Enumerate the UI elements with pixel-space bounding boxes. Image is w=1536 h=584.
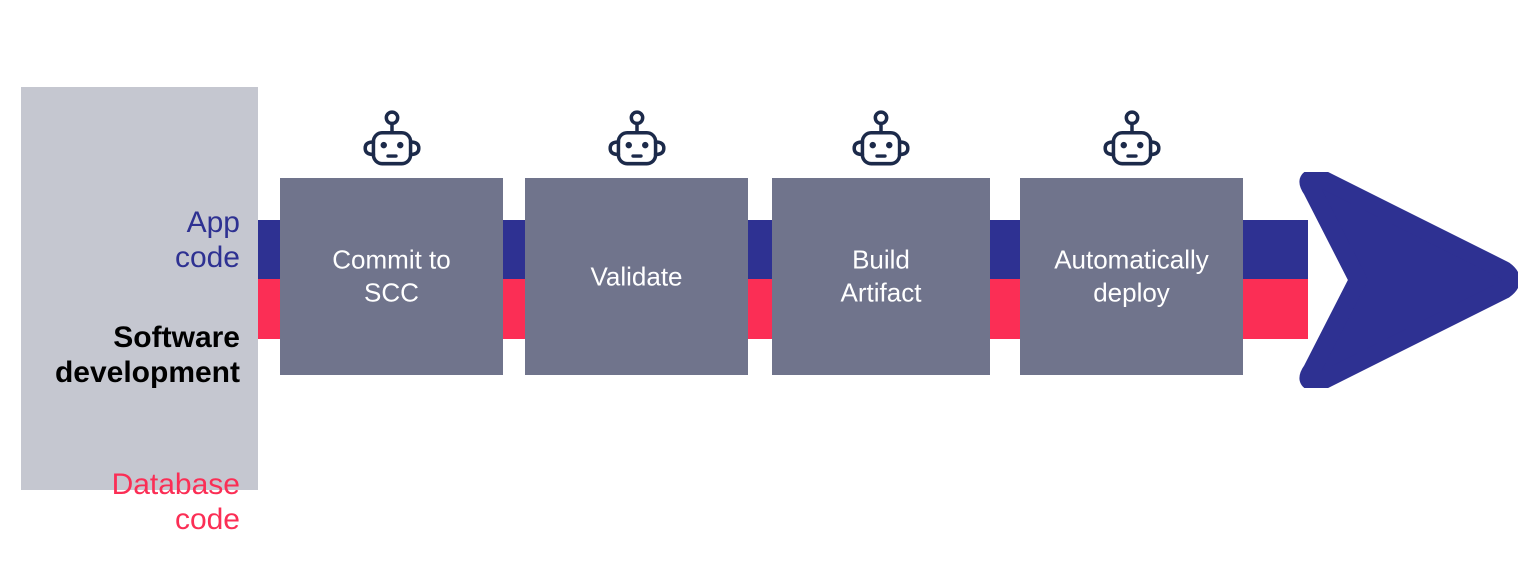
pipeline-arrowhead-icon [1298,172,1518,388]
pipeline-stage-label: Commit to SCC [332,244,451,308]
software-development-label: Software development [54,321,240,390]
pipeline-stage-box[interactable]: Build Artifact [772,178,990,375]
robot-icon [604,108,670,174]
pipeline-stage-box[interactable]: Commit to SCC [280,178,503,375]
software-development-panel: App code Software development Database c… [21,87,258,536]
pipeline-stage-box[interactable]: Automatically deploy [1020,178,1243,375]
robot-icon [359,108,425,174]
robot-icon [1099,108,1165,174]
pipeline-stage-label: Automatically deploy [1054,244,1209,308]
pipeline-stage-box[interactable]: Validate [525,178,748,375]
diagram-canvas: App code Software development Database c… [0,0,1536,584]
app-code-label: App code [174,206,240,275]
pipeline-stage-label: Validate [590,260,683,291]
pipeline-stage-label: Build Artifact [840,244,922,308]
robot-icon [848,108,914,174]
database-code-label: Database code [111,468,240,537]
